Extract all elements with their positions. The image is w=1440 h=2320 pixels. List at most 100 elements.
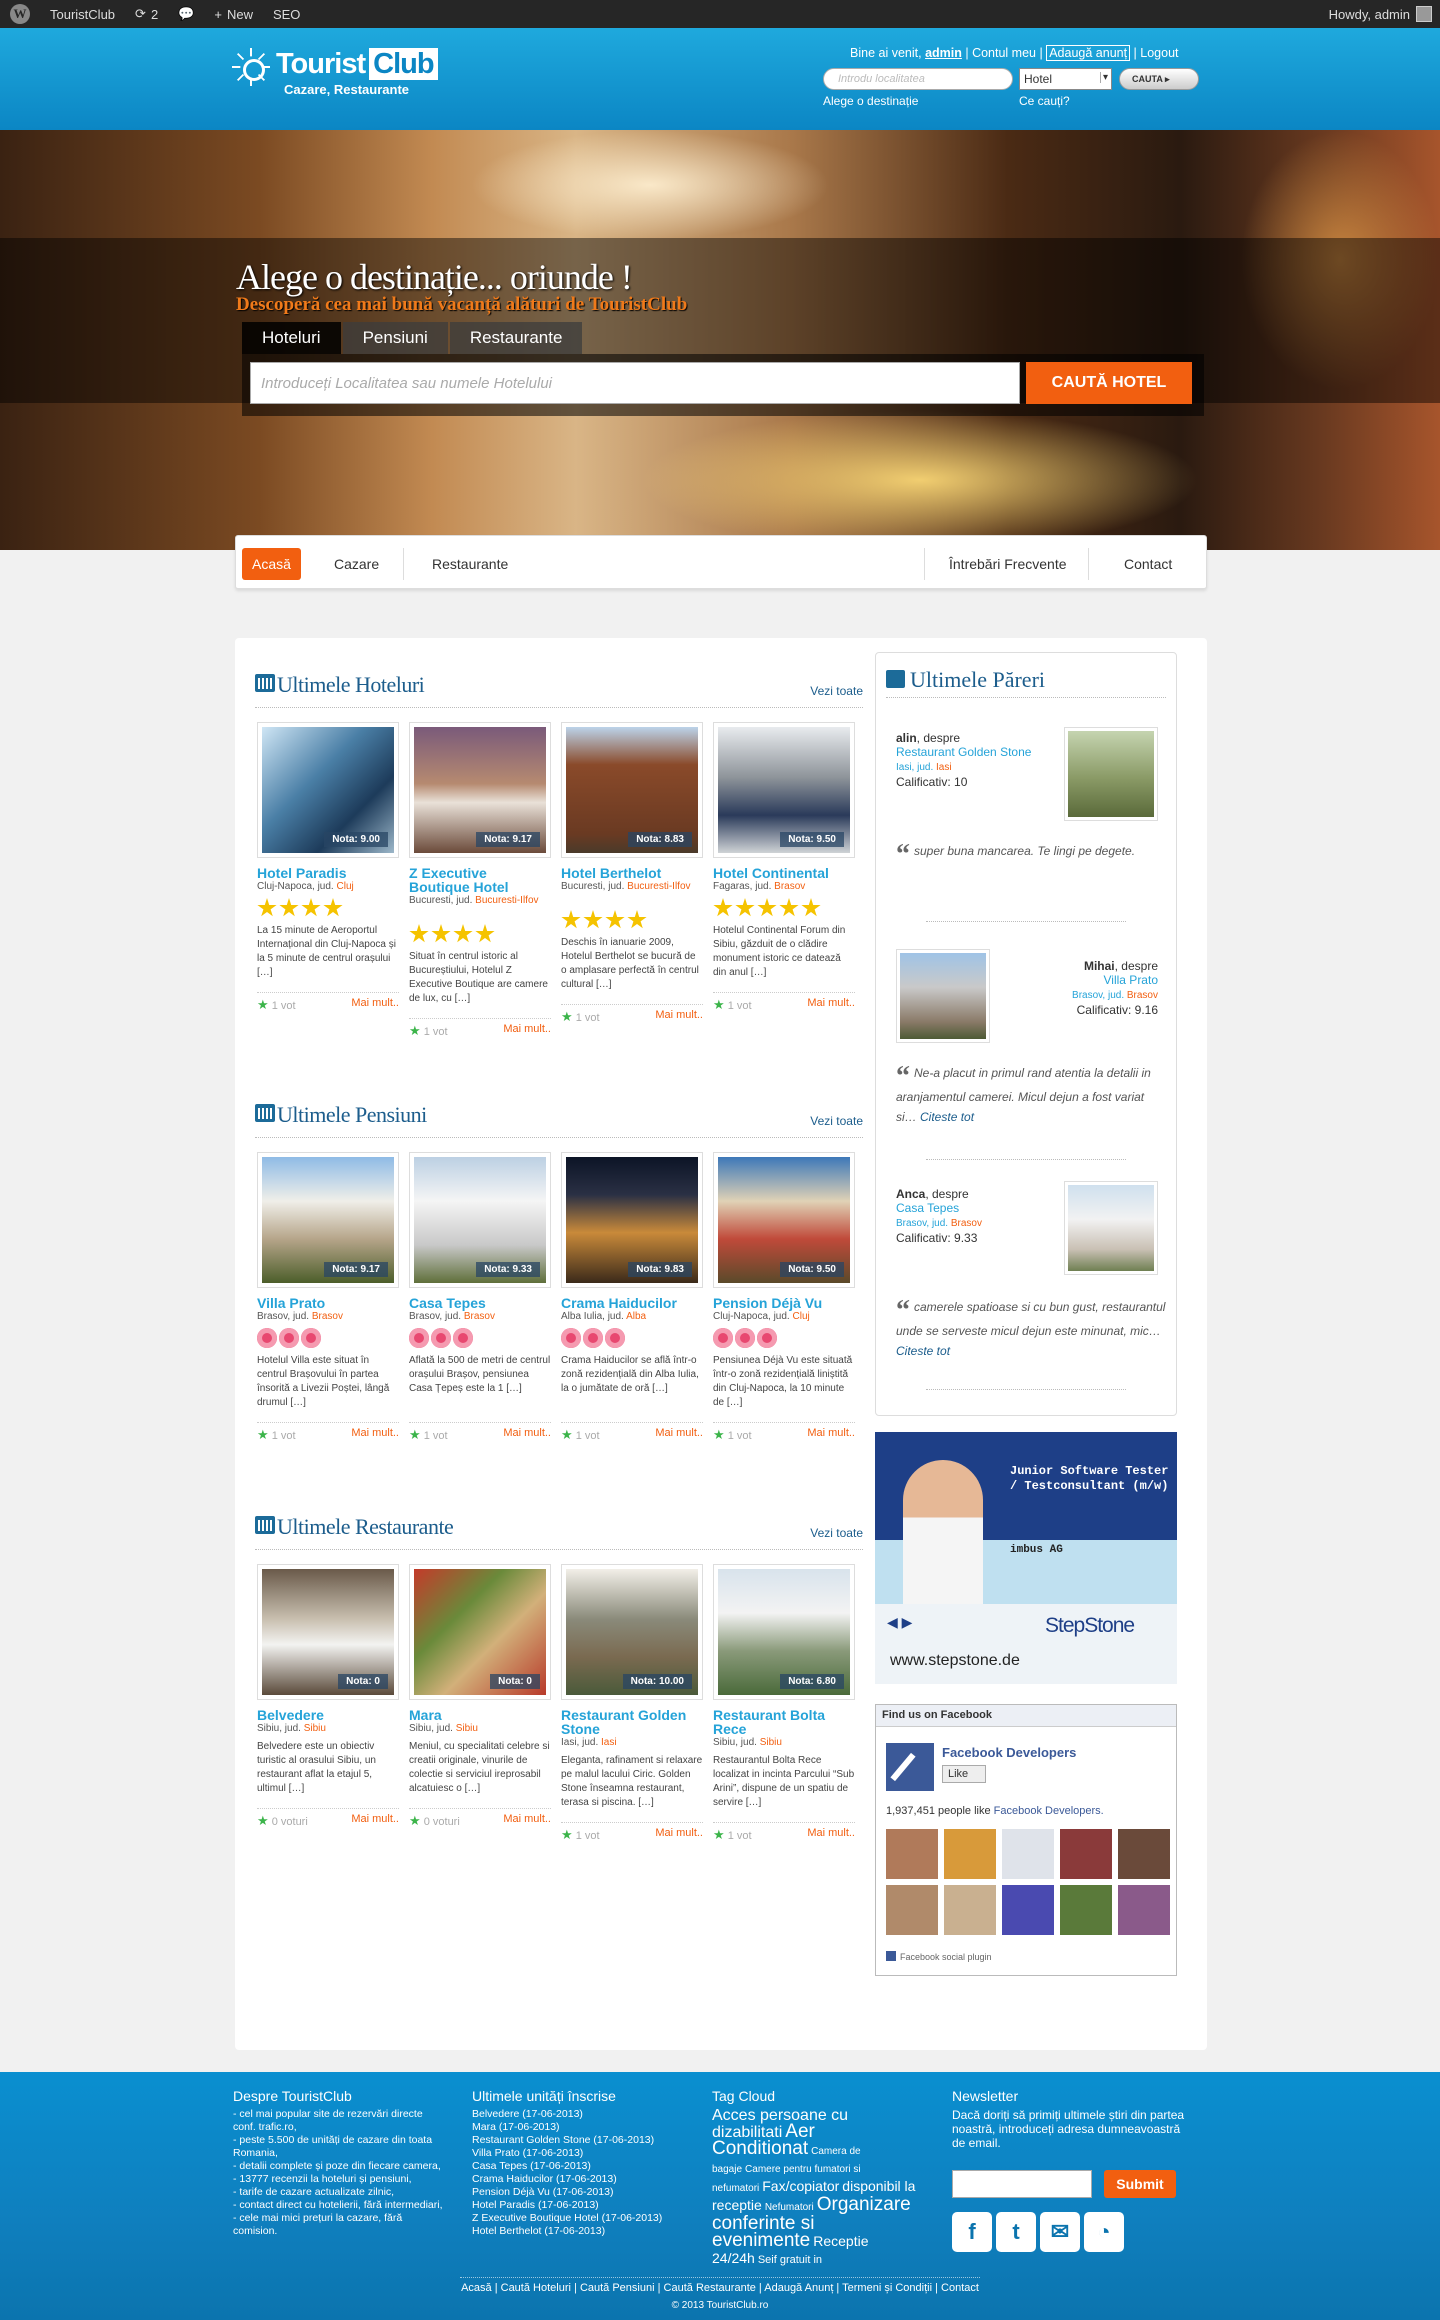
footer-latest-link[interactable]: Z Executive Boutique Hotel (17-06-2013) [472, 2212, 682, 2225]
rss-icon[interactable]: ◔ [1084, 2212, 1124, 2252]
seo-link[interactable]: SEO [263, 0, 310, 28]
footer-latest-link[interactable]: Pension Déjà Vu (17-06-2013) [472, 2186, 682, 2199]
listing-photo[interactable]: Nota: 9.83 [561, 1152, 703, 1288]
type-select[interactable]: Hotel [1019, 68, 1112, 90]
tag-link[interactable]: Fax/copiator [762, 2178, 839, 2194]
ad-arrows-icon[interactable]: ◀ ▶ [887, 1614, 912, 1631]
listing-photo[interactable]: Nota: 9.17 [257, 1152, 399, 1288]
tag-link[interactable]: Acces persoane cu dizabilitati [712, 2107, 848, 2141]
logo[interactable]: Tourist Club Cazare, Restaurante [232, 48, 438, 97]
footer-latest-link[interactable]: Hotel Berthelot (17-06-2013) [472, 2225, 682, 2238]
facebook-icon[interactable]: f [952, 2212, 992, 2252]
vote-star-icon[interactable]: ★ [561, 1827, 573, 1842]
more-link[interactable]: Mai mult.. [351, 1427, 399, 1439]
vote-star-icon[interactable]: ★ [713, 1827, 725, 1842]
tab-hoteluri[interactable]: Hoteluri [242, 322, 341, 354]
account-link[interactable]: Contul meu [972, 46, 1036, 60]
listing-name[interactable]: Z Executive Boutique Hotel [409, 866, 551, 894]
fan-avatar[interactable] [1118, 1885, 1170, 1935]
account-menu[interactable]: Howdy, admin [1329, 6, 1440, 22]
fan-avatar[interactable] [886, 1885, 938, 1935]
listing-name[interactable]: Restaurant Golden Stone [561, 1708, 703, 1736]
fan-avatar[interactable] [944, 1829, 996, 1879]
nav-contact[interactable]: Contact [1114, 548, 1182, 580]
listing-name[interactable]: Hotel Berthelot [561, 866, 703, 880]
review-thumbnail[interactable] [1064, 1181, 1158, 1275]
review-thumbnail[interactable] [896, 949, 990, 1043]
fan-avatar[interactable] [1002, 1885, 1054, 1935]
tab-pensiuni[interactable]: Pensiuni [342, 322, 448, 354]
footer-nav-link[interactable]: Adaugă Anunț [764, 2282, 833, 2294]
vote-star-icon[interactable]: ★ [561, 1427, 573, 1442]
listing-name[interactable]: Hotel Paradis [257, 866, 399, 880]
nav-restaurante[interactable]: Restaurante [422, 548, 518, 580]
listing-photo[interactable]: Nota: 0 [257, 1564, 399, 1700]
ad-banner[interactable]: Junior Software Tester / Testconsultant … [875, 1432, 1177, 1684]
footer-nav-link[interactable]: Termeni și Condiții [842, 2282, 932, 2294]
listing-photo[interactable]: Nota: 8.83 [561, 722, 703, 858]
add-ad-link[interactable]: Adaugă anunț [1046, 45, 1131, 61]
comments-link[interactable]: 💬 [168, 0, 204, 28]
footer-nav-link[interactable]: Caută Restaurante [664, 2282, 756, 2294]
review-place-link[interactable]: Restaurant Golden Stone [896, 745, 1031, 759]
site-name-link[interactable]: TouristClub [40, 0, 125, 28]
vote-star-icon[interactable]: ★ [561, 1009, 573, 1024]
vote-star-icon[interactable]: ★ [409, 1023, 421, 1038]
fan-avatar[interactable] [1118, 1829, 1170, 1879]
fan-avatar[interactable] [1060, 1829, 1112, 1879]
footer-latest-link[interactable]: Crama Haiducilor (17-06-2013) [472, 2173, 682, 2186]
listing-photo[interactable]: Nota: 0 [409, 1564, 551, 1700]
fan-avatar[interactable] [886, 1829, 938, 1879]
updates-link[interactable]: ⟳ 2 [125, 0, 168, 28]
more-link[interactable]: Mai mult.. [807, 1427, 855, 1439]
footer-latest-link[interactable]: Villa Prato (17-06-2013) [472, 2147, 682, 2160]
view-all-link[interactable]: Vezi toate [810, 1526, 863, 1540]
more-link[interactable]: Mai mult.. [503, 1813, 551, 1825]
new-link[interactable]: + New [204, 0, 263, 28]
listing-name[interactable]: Restaurant Bolta Rece [713, 1708, 855, 1736]
nav-faq[interactable]: Întrebări Frecvente [939, 548, 1077, 580]
vote-star-icon[interactable]: ★ [713, 997, 725, 1012]
footer-latest-link[interactable]: Restaurant Golden Stone (17-06-2013) [472, 2134, 682, 2147]
more-link[interactable]: Mai mult.. [503, 1023, 551, 1035]
location-input[interactable]: Introdu localitatea [823, 68, 1013, 90]
tag-link[interactable]: Nefumatori [765, 2202, 814, 2213]
listing-name[interactable]: Mara [409, 1708, 551, 1722]
vote-star-icon[interactable]: ★ [409, 1813, 421, 1828]
fan-avatar[interactable] [1002, 1829, 1054, 1879]
view-all-link[interactable]: Vezi toate [810, 1114, 863, 1128]
more-link[interactable]: Mai mult.. [655, 1009, 703, 1021]
footer-latest-link[interactable]: Casa Tepes (17-06-2013) [472, 2160, 682, 2173]
listing-photo[interactable]: Nota: 9.00 [257, 722, 399, 858]
listing-name[interactable]: Belvedere [257, 1708, 399, 1722]
listing-photo[interactable]: Nota: 6.80 [713, 1564, 855, 1700]
more-link[interactable]: Mai mult.. [655, 1827, 703, 1839]
vote-star-icon[interactable]: ★ [257, 997, 269, 1012]
footer-nav-link[interactable]: Acasă [461, 2282, 492, 2294]
wordpress-menu[interactable]: W [0, 0, 40, 28]
newsletter-submit-button[interactable]: Submit [1104, 2170, 1176, 2198]
more-link[interactable]: Mai mult.. [503, 1427, 551, 1439]
hero-search-button[interactable]: CAUTĂ HOTEL [1026, 362, 1192, 404]
tab-restaurante[interactable]: Restaurante [449, 322, 583, 354]
more-link[interactable]: Mai mult.. [351, 1813, 399, 1825]
read-more-link[interactable]: Citeste tot [896, 1344, 950, 1358]
user-link[interactable]: admin [925, 46, 962, 60]
fan-avatar[interactable] [944, 1885, 996, 1935]
listing-photo[interactable]: Nota: 9.50 [713, 722, 855, 858]
vote-star-icon[interactable]: ★ [409, 1427, 421, 1442]
listing-name[interactable]: Casa Tepes [409, 1296, 551, 1310]
review-thumbnail[interactable] [1064, 727, 1158, 821]
newsletter-email-input[interactable] [952, 2170, 1092, 2198]
listing-name[interactable]: Hotel Continental [713, 866, 855, 880]
listing-photo[interactable]: Nota: 9.50 [713, 1152, 855, 1288]
listing-name[interactable]: Crama Haiducilor [561, 1296, 703, 1310]
facebook-page-link[interactable]: Facebook Developers [942, 1745, 1076, 1760]
header-search-button[interactable]: CAUTA ▸ [1119, 68, 1199, 90]
footer-latest-link[interactable]: Hotel Paradis (17-06-2013) [472, 2199, 682, 2212]
fan-avatar[interactable] [1060, 1885, 1112, 1935]
vote-star-icon[interactable]: ★ [713, 1427, 725, 1442]
email-icon[interactable]: ✉ [1040, 2212, 1080, 2252]
footer-nav-link[interactable]: Caută Pensiuni [580, 2282, 655, 2294]
more-link[interactable]: Mai mult.. [807, 1827, 855, 1839]
